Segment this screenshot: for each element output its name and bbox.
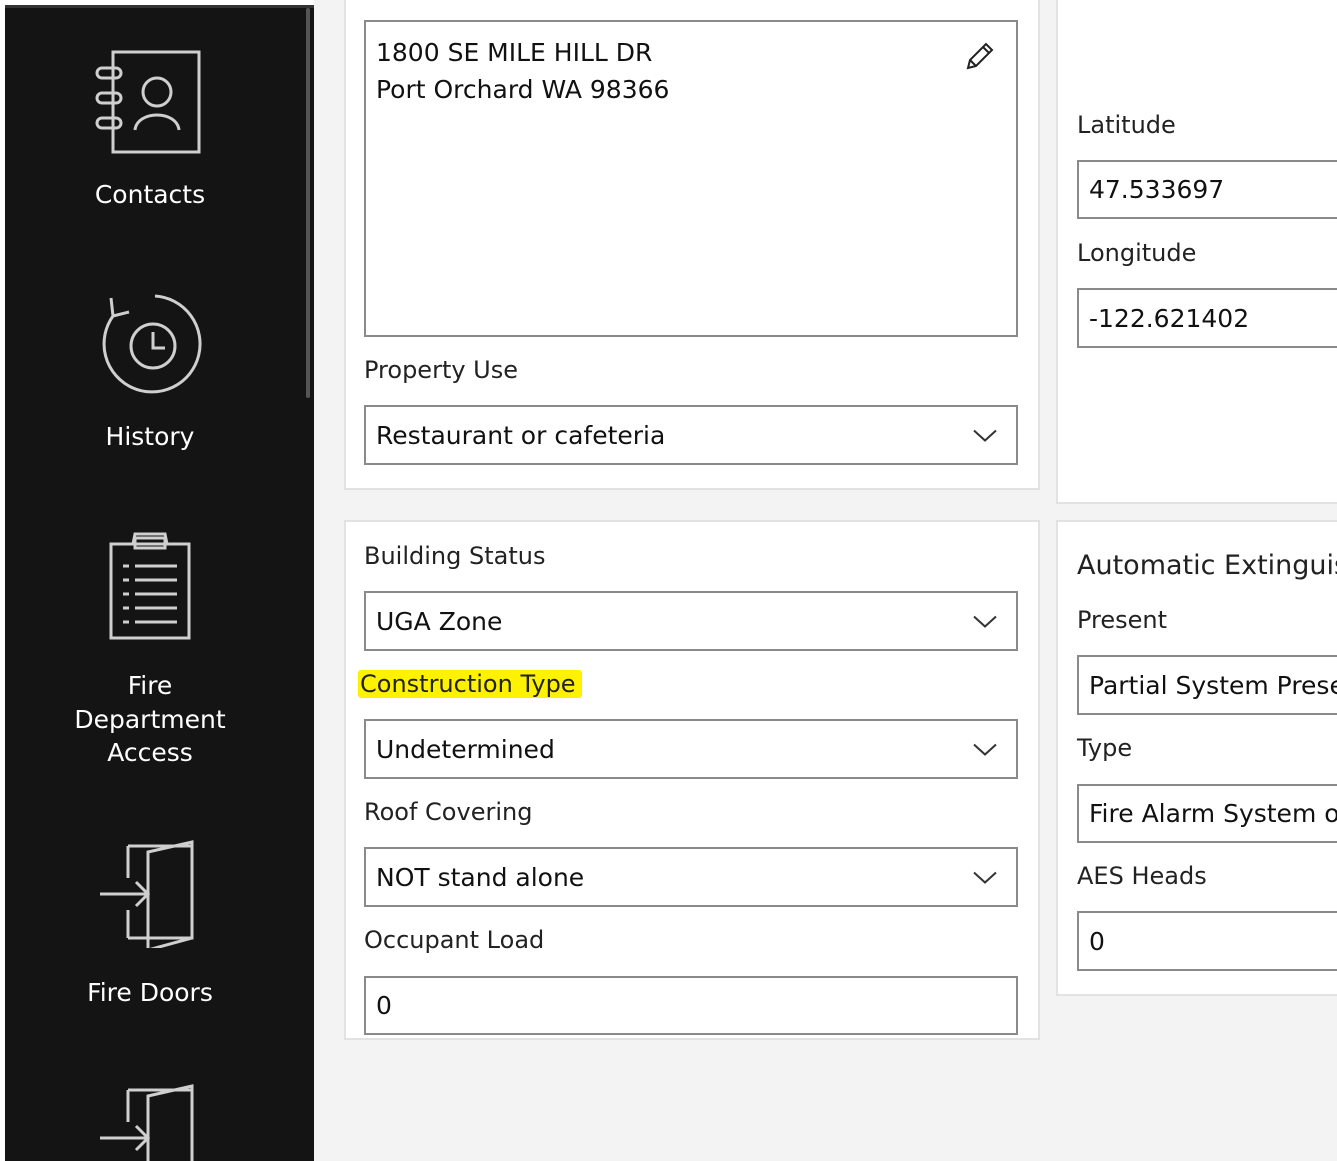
roof-covering-select[interactable]: NOT stand alone: [364, 847, 1018, 907]
door-enter-icon: [5, 838, 295, 948]
aes-present-value: Partial System Preser: [1089, 670, 1337, 700]
clipboard-icon: [5, 528, 295, 640]
chevron-down-icon: [972, 863, 998, 892]
latitude-value: 47.533697: [1089, 175, 1225, 204]
sidebar-item-label: Department: [74, 705, 226, 734]
sidebar-item-fire-doors[interactable]: Fire Doors: [5, 828, 295, 1028]
address-line-2: Port Orchard WA 98366: [376, 75, 670, 104]
roof-covering-label: Roof Covering: [364, 798, 533, 826]
building-status-label: Building Status: [364, 542, 546, 570]
aes-present-select[interactable]: Partial System Preser: [1077, 655, 1337, 715]
roof-covering-value: NOT stand alone: [376, 862, 585, 892]
aes-type-select[interactable]: Fire Alarm System or: [1077, 784, 1337, 843]
construction-type-highlight: Construction Type: [358, 670, 582, 698]
property-use-label: Property Use: [364, 356, 519, 384]
address-field[interactable]: 1800 SE MILE HILL DR Port Orchard WA 983…: [364, 20, 1018, 337]
aes-heads-input[interactable]: 0: [1077, 911, 1337, 971]
sidebar: Contacts History Fire Department Access …: [5, 8, 314, 1161]
sidebar-item-label: Access: [107, 738, 193, 767]
latitude-input[interactable]: 47.533697: [1077, 160, 1337, 219]
sidebar-item-label: Fire Doors: [87, 978, 213, 1007]
aes-type-label: Type: [1077, 734, 1133, 762]
sidebar-item-label: History: [105, 422, 195, 451]
building-status-value: UGA Zone: [376, 606, 503, 636]
door-enter-icon: [5, 1082, 295, 1161]
address-line-1: 1800 SE MILE HILL DR: [376, 38, 653, 67]
construction-type-label: Construction Type: [358, 670, 582, 698]
contacts-icon: [5, 48, 295, 158]
sidebar-item-fire-department-access[interactable]: Fire Department Access: [5, 518, 295, 778]
occupant-load-value: 0: [376, 991, 392, 1020]
latitude-label: Latitude: [1077, 111, 1176, 139]
longitude-input[interactable]: -122.621402: [1077, 288, 1337, 348]
top-border: [0, 0, 314, 8]
sidebar-item-label: Contacts: [94, 180, 206, 209]
aes-title: Automatic Extinguis: [1077, 550, 1337, 581]
sidebar-item-contacts[interactable]: Contacts: [5, 8, 295, 248]
sidebar-item-history[interactable]: History: [5, 278, 295, 478]
history-icon: [5, 288, 295, 398]
edit-icon[interactable]: [964, 40, 996, 78]
sidebar-item-next[interactable]: [5, 1078, 295, 1161]
occupant-load-label: Occupant Load: [364, 926, 545, 954]
sidebar-scrollbar[interactable]: [306, 8, 310, 398]
construction-type-select[interactable]: Undetermined: [364, 719, 1018, 779]
chevron-down-icon: [972, 421, 998, 450]
aes-heads-label: AES Heads: [1077, 862, 1207, 890]
building-status-select[interactable]: UGA Zone: [364, 591, 1018, 651]
sidebar-item-label: Fire: [127, 671, 173, 700]
construction-type-value: Undetermined: [376, 734, 555, 764]
longitude-value: -122.621402: [1089, 303, 1250, 333]
longitude-label: Longitude: [1077, 239, 1197, 267]
chevron-down-icon: [972, 735, 998, 764]
occupant-load-input[interactable]: 0: [364, 976, 1018, 1035]
aes-present-label: Present: [1077, 606, 1168, 634]
chevron-down-icon: [972, 607, 998, 636]
aes-heads-value: 0: [1089, 926, 1105, 956]
aes-type-value: Fire Alarm System or: [1089, 799, 1337, 828]
property-use-select[interactable]: Restaurant or cafeteria: [364, 405, 1018, 465]
property-use-value: Restaurant or cafeteria: [376, 420, 666, 450]
